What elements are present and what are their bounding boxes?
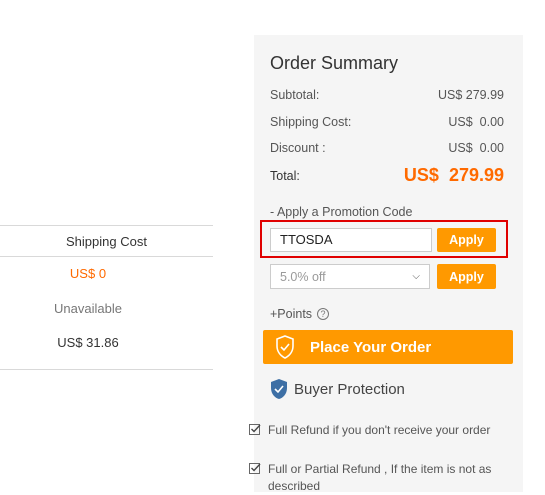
chevron-down-icon: ⌵	[412, 271, 420, 282]
promo-code-input[interactable]: TTOSDA	[270, 228, 432, 252]
promo-code-toggle[interactable]: - Apply a Promotion Code	[270, 205, 412, 219]
guarantee-text: Full Refund if you don't receive your or…	[268, 423, 491, 437]
discount-value: US$ 0.00	[448, 141, 504, 155]
shipping-row: Shipping Cost: US$ 0.00	[270, 115, 504, 129]
checkbox-icon	[249, 463, 261, 474]
buyer-protection-label: Buyer Protection	[294, 380, 405, 398]
total-value: US$ 279.99	[404, 165, 504, 186]
total-label: Total:	[270, 168, 300, 183]
total-amount: 279.99	[448, 165, 504, 185]
discount-label: Discount :	[270, 141, 326, 155]
buyer-protection-shield-icon	[271, 379, 287, 399]
shipping-cost-row: US$ 31.86	[57, 335, 119, 350]
total-currency: US$	[403, 165, 439, 185]
guarantee-text: Full or Partial Refund , If the item is …	[268, 462, 492, 493]
discount-row: Discount : US$ 0.00	[270, 141, 504, 155]
question-icon[interactable]: ?	[317, 308, 330, 320]
subtotal-label: Subtotal:	[270, 88, 320, 102]
coupon-select[interactable]: 5.0% off ⌵	[270, 264, 430, 289]
shield-check-icon	[276, 335, 294, 359]
shipping-cost-row: Unavailable	[54, 301, 122, 316]
points-row: +Points ?	[270, 307, 330, 321]
apply-promo-button[interactable]: Apply	[437, 228, 496, 252]
shipping-label: Shipping Cost:	[270, 115, 352, 129]
shipping-value: US$ 0.00	[448, 115, 504, 129]
checkbox-icon	[249, 424, 261, 435]
place-order-label: Place Your Order	[310, 338, 432, 356]
buyer-protection: Buyer Protection	[270, 378, 405, 400]
apply-coupon-button[interactable]: Apply	[437, 264, 496, 289]
shipping-cost-row: US$ 0	[69, 266, 107, 281]
order-summary-panel: Order Summary Subtotal: US$ 279.99 Shipp…	[249, 35, 523, 493]
total-row: Total: US$ 279.99	[270, 165, 504, 186]
coupon-selected-value: 5.0% off	[280, 269, 326, 284]
subtotal-value: US$ 279.99	[437, 88, 504, 102]
shipping-cost-table: Shipping Cost US$ 0 Unavailable US$ 31.8…	[0, 225, 213, 370]
place-order-button[interactable]: Place Your Order	[263, 330, 513, 364]
shipping-cost-header: Shipping Cost	[0, 226, 213, 257]
order-summary-title: Order Summary	[270, 53, 399, 73]
points-label: +Points	[270, 307, 313, 321]
subtotal-row: Subtotal: US$ 279.99	[270, 88, 504, 102]
